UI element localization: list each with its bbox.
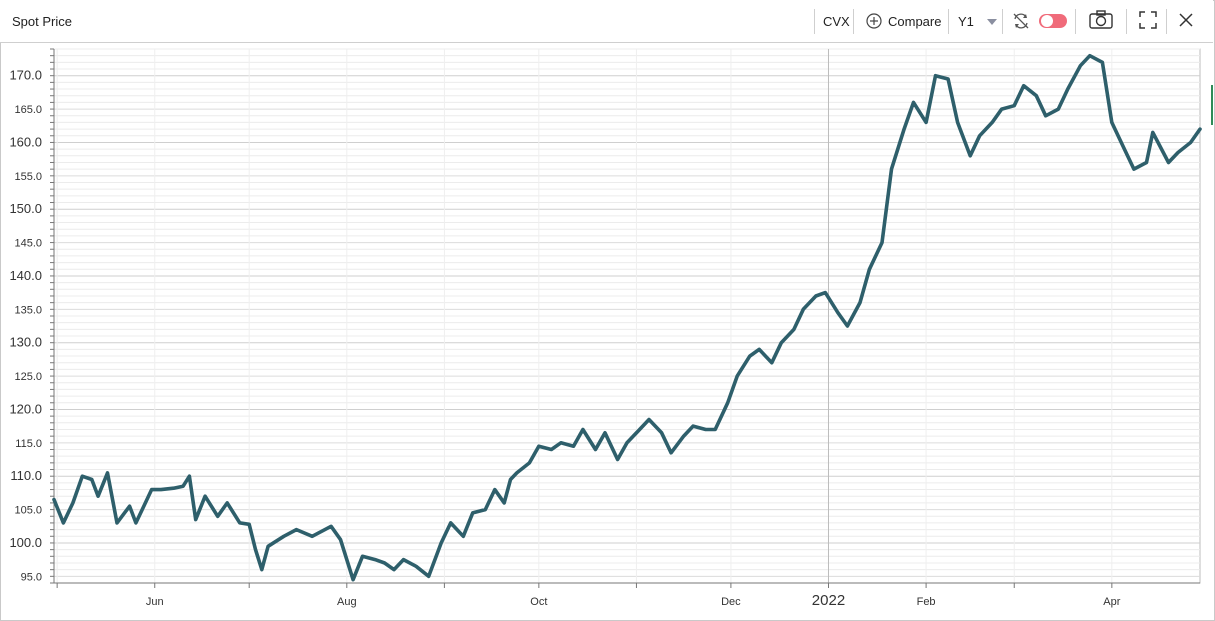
y-tick-label: 105.0 xyxy=(14,505,42,517)
divider xyxy=(853,9,854,34)
price-marker xyxy=(1211,85,1213,125)
compare-button[interactable]: Compare xyxy=(866,0,941,42)
y-axis: 95.0 100.0 105.0 110.0 115.0 120.0 125.0 130.0 1… xyxy=(9,49,55,583)
x-tick-label: 2022 xyxy=(812,592,845,609)
y-tick-label: 155.0 xyxy=(14,171,42,183)
compare-plus-icon xyxy=(866,13,882,29)
y-tick-label: 95.0 xyxy=(21,571,42,583)
y-tick-label: 170.0 xyxy=(9,68,42,83)
camera-icon xyxy=(1088,9,1114,33)
x-tick-label: Aug xyxy=(337,596,357,608)
x-tick-label: Oct xyxy=(530,596,547,608)
divider xyxy=(1126,9,1127,34)
y-tick-label: 100.0 xyxy=(9,535,42,550)
range-select[interactable]: Y1 xyxy=(958,0,998,42)
y-tick-label: 145.0 xyxy=(14,238,42,250)
y-tick-label: 165.0 xyxy=(14,104,42,116)
x-axis: Jun Aug Oct Dec 2022 Feb Apr xyxy=(54,582,1200,609)
x-tick-label: Dec xyxy=(721,596,741,608)
sync-toggle-button[interactable] xyxy=(1012,0,1030,42)
ticker-button[interactable]: CVX xyxy=(823,0,850,42)
y-tick-label: 120.0 xyxy=(9,401,42,416)
close-button[interactable] xyxy=(1178,0,1194,42)
panel-header: Spot Price CVX Compare Y1 xyxy=(0,0,1213,43)
y-tick-label: 150.0 xyxy=(9,201,42,216)
sync-off-icon xyxy=(1012,12,1030,30)
y-tick-label: 160.0 xyxy=(9,134,42,149)
y-tick-label: 130.0 xyxy=(9,335,42,350)
divider xyxy=(1166,9,1167,34)
price-chart: 95.0 100.0 105.0 110.0 115.0 120.0 125.0 130.0 1… xyxy=(9,48,1202,609)
y-tick-label: 125.0 xyxy=(14,371,42,383)
x-tick-label: Apr xyxy=(1103,596,1120,608)
screenshot-button[interactable] xyxy=(1088,0,1114,42)
compare-label: Compare xyxy=(888,13,942,29)
divider xyxy=(1002,9,1003,34)
y-tick-label: 115.0 xyxy=(15,438,42,450)
y-tick-label: 140.0 xyxy=(9,268,42,283)
ticker-label: CVX xyxy=(823,13,850,29)
range-label: Y1 xyxy=(958,13,974,29)
x-tick-label: Jun xyxy=(146,596,164,608)
x-tick-label: Feb xyxy=(917,596,936,608)
chart-grid xyxy=(50,48,1201,584)
y-tick-label: 110.0 xyxy=(10,468,42,483)
fullscreen-icon xyxy=(1139,10,1157,32)
panel-title: Spot Price xyxy=(12,14,72,29)
divider xyxy=(1075,9,1076,34)
chevron-down-icon xyxy=(986,14,998,29)
toggle-switch[interactable] xyxy=(1038,0,1068,42)
divider xyxy=(948,9,949,34)
divider xyxy=(814,9,815,34)
y-tick-label: 135.0 xyxy=(14,304,42,316)
close-icon xyxy=(1178,12,1194,31)
fullscreen-button[interactable] xyxy=(1139,0,1157,42)
